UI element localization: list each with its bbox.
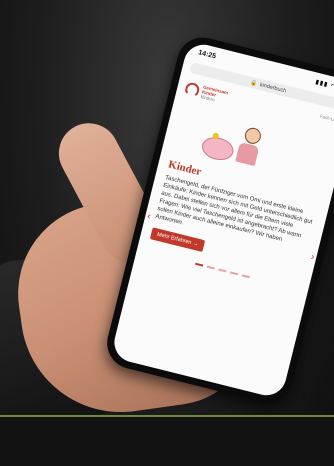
pagination-dot[interactable]	[195, 262, 204, 267]
pagination-dot[interactable]	[230, 271, 239, 275]
status-icons: ▮▮▮ ◠ ▭	[314, 78, 334, 92]
logo-text: Gemeinsam Kinder fördern	[200, 84, 228, 105]
url-text: kinderbuch	[259, 81, 287, 94]
pagination-dot[interactable]	[241, 274, 250, 278]
photo-scene: 14:25 ▮▮▮ ◠ ▭ 🔒 kinderbuch Gemeinsam Kin…	[0, 0, 334, 466]
piggy-bank-icon	[199, 134, 236, 164]
status-time: 14:25	[197, 48, 217, 60]
phone-screen: 14:25 ▮▮▮ ◠ ▭ 🔒 kinderbuch Gemeinsam Kin…	[110, 40, 334, 400]
bottom-band	[0, 417, 334, 466]
child-figure	[233, 125, 266, 170]
lock-icon: 🔒	[249, 79, 258, 87]
carousel-pagination	[147, 251, 299, 290]
logo-mark-icon	[183, 81, 201, 99]
smartphone: 14:25 ▮▮▮ ◠ ▭ 🔒 kinderbuch Gemeinsam Kin…	[101, 32, 334, 408]
pagination-dot[interactable]	[218, 268, 227, 272]
learn-more-button[interactable]: Mehr Erfahren →	[149, 227, 206, 253]
pagination-dot[interactable]	[206, 265, 215, 270]
